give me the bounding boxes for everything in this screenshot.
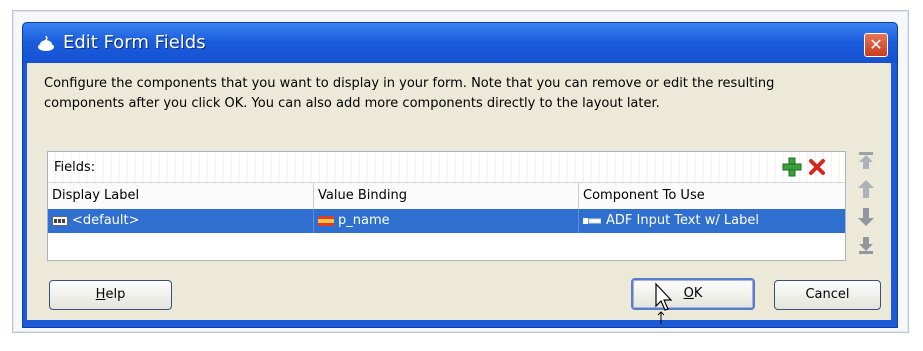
move-up-icon[interactable] <box>856 179 876 199</box>
table-header: Display Label Value Binding Component To… <box>48 182 845 210</box>
close-button[interactable]: ✕ <box>864 33 888 57</box>
instructions-line-2: components after you click OK. You can a… <box>44 96 660 111</box>
move-top-icon[interactable] <box>856 151 876 171</box>
cell-value-binding: p_name <box>338 213 390 228</box>
delete-icon[interactable] <box>808 158 826 176</box>
input-text-component-icon <box>583 218 601 224</box>
add-icon[interactable] <box>782 157 802 177</box>
ok-label: K <box>693 286 703 301</box>
help-button[interactable]: Help <box>49 280 172 310</box>
ok-mnemonic: O <box>683 286 694 301</box>
fields-table: Fields: Display Label Value Binding Comp… <box>47 151 846 261</box>
table-row[interactable]: <default> p_name ADF Input Text w/ Label <box>48 209 845 233</box>
move-bottom-icon[interactable] <box>856 235 876 255</box>
dialog-title: Edit Form Fields <box>63 32 206 53</box>
cancel-button[interactable]: Cancel <box>774 280 881 310</box>
fields-label: Fields: <box>54 160 96 175</box>
instructions-line-1: Configure the components that you want t… <box>44 76 775 91</box>
move-down-icon[interactable] <box>856 207 876 227</box>
ok-button[interactable]: OK <box>631 278 755 310</box>
column-divider <box>578 209 579 233</box>
column-header-value-binding[interactable]: Value Binding <box>318 188 407 203</box>
edit-form-fields-dialog: Edit Form Fields ✕ Configure the compone… <box>22 22 898 328</box>
java-cup-icon <box>38 35 54 51</box>
help-label: elp <box>105 287 126 302</box>
cell-component: ADF Input Text w/ Label <box>606 213 759 228</box>
binding-icon <box>318 216 334 226</box>
column-divider <box>313 209 314 233</box>
cell-display-label: <default> <box>72 213 140 228</box>
mouse-pointer-icon <box>655 282 673 324</box>
column-header-display-label[interactable]: Display Label <box>52 188 139 203</box>
column-header-component[interactable]: Component To Use <box>583 188 705 203</box>
instructions-text: Configure the components that you want t… <box>44 74 864 114</box>
column-divider[interactable] <box>313 183 314 209</box>
text-field-icon <box>52 216 68 226</box>
dialog-content: Configure the components that you want t… <box>27 63 891 320</box>
reorder-arrows <box>854 151 878 259</box>
fields-toolbar: Fields: <box>48 152 845 182</box>
help-mnemonic: H <box>95 287 106 302</box>
title-bar[interactable]: Edit Form Fields ✕ <box>23 23 897 63</box>
column-divider[interactable] <box>578 183 579 209</box>
